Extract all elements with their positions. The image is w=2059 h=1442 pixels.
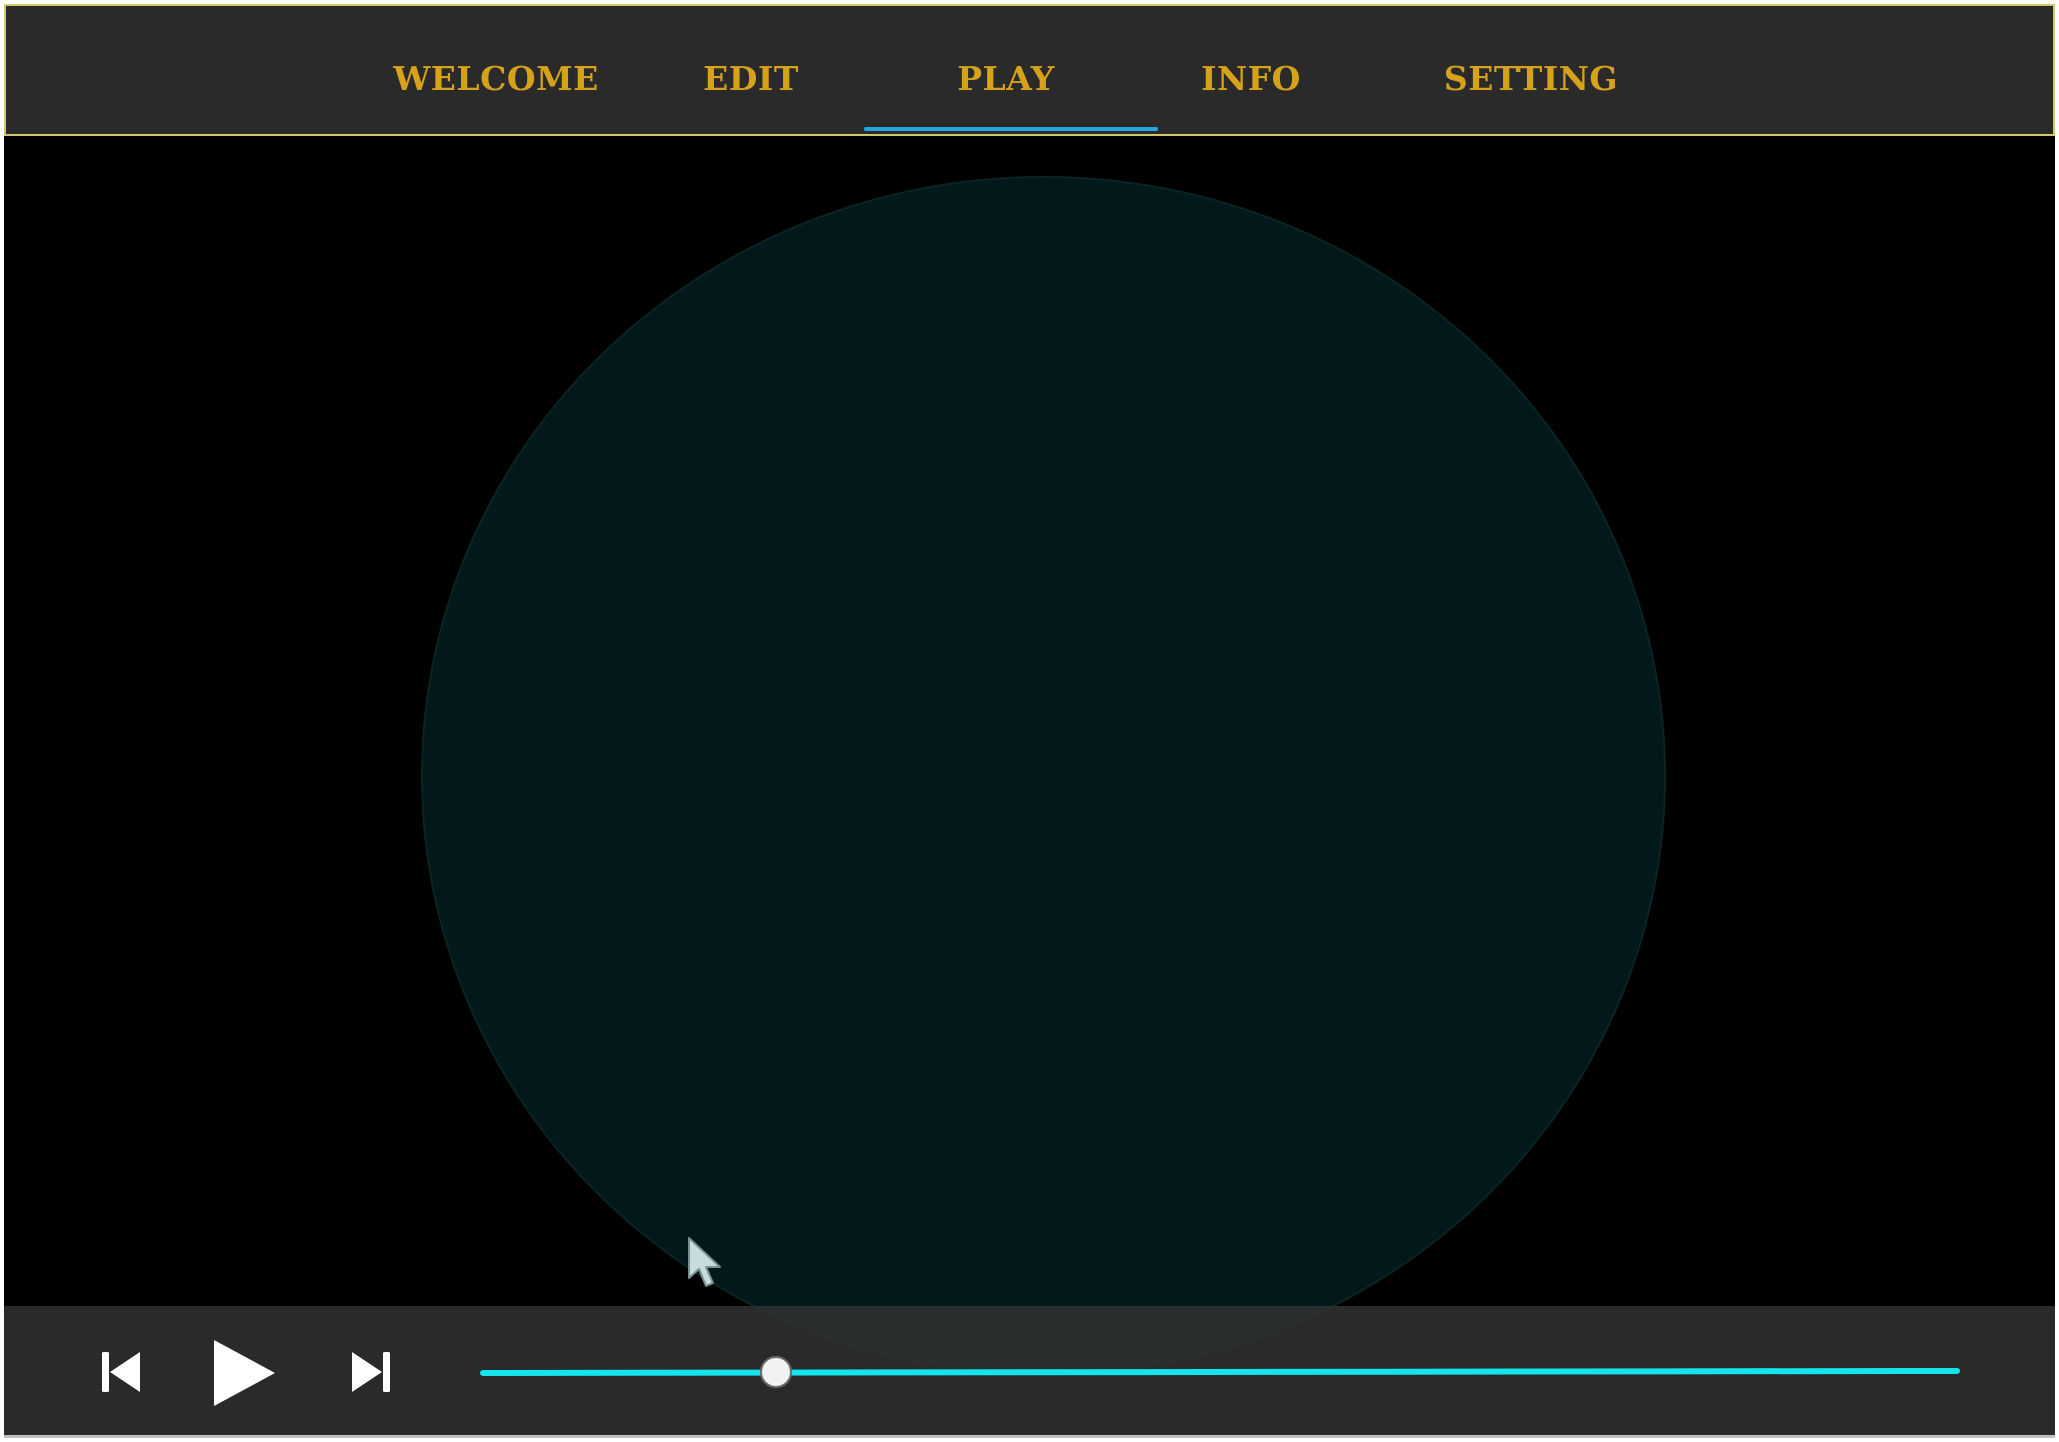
skip-previous-icon[interactable] (100, 1350, 146, 1394)
tab-setting[interactable]: SETTING (1436, 54, 1626, 102)
media-player-app: WELCOME EDIT PLAY INFO SETTING (4, 4, 2055, 1438)
mouse-cursor-icon (688, 1237, 721, 1287)
skip-next-icon[interactable] (346, 1350, 392, 1394)
play-icon[interactable] (209, 1338, 279, 1408)
bottom-divider (4, 1435, 2055, 1438)
tab-info[interactable]: INFO (1196, 54, 1306, 102)
active-tab-indicator (864, 127, 1158, 131)
visualizer-circle (421, 176, 1666, 1376)
playback-controls (4, 1306, 2055, 1438)
tab-play[interactable]: PLAY (946, 54, 1066, 102)
visualizer-stage (4, 136, 2055, 1376)
tab-welcome[interactable]: WELCOME (386, 54, 606, 102)
seek-thumb[interactable] (760, 1356, 792, 1388)
top-navigation-bar: WELCOME EDIT PLAY INFO SETTING (4, 4, 2055, 136)
tab-edit[interactable]: EDIT (696, 54, 806, 102)
seek-bar[interactable] (479, 1367, 1961, 1376)
